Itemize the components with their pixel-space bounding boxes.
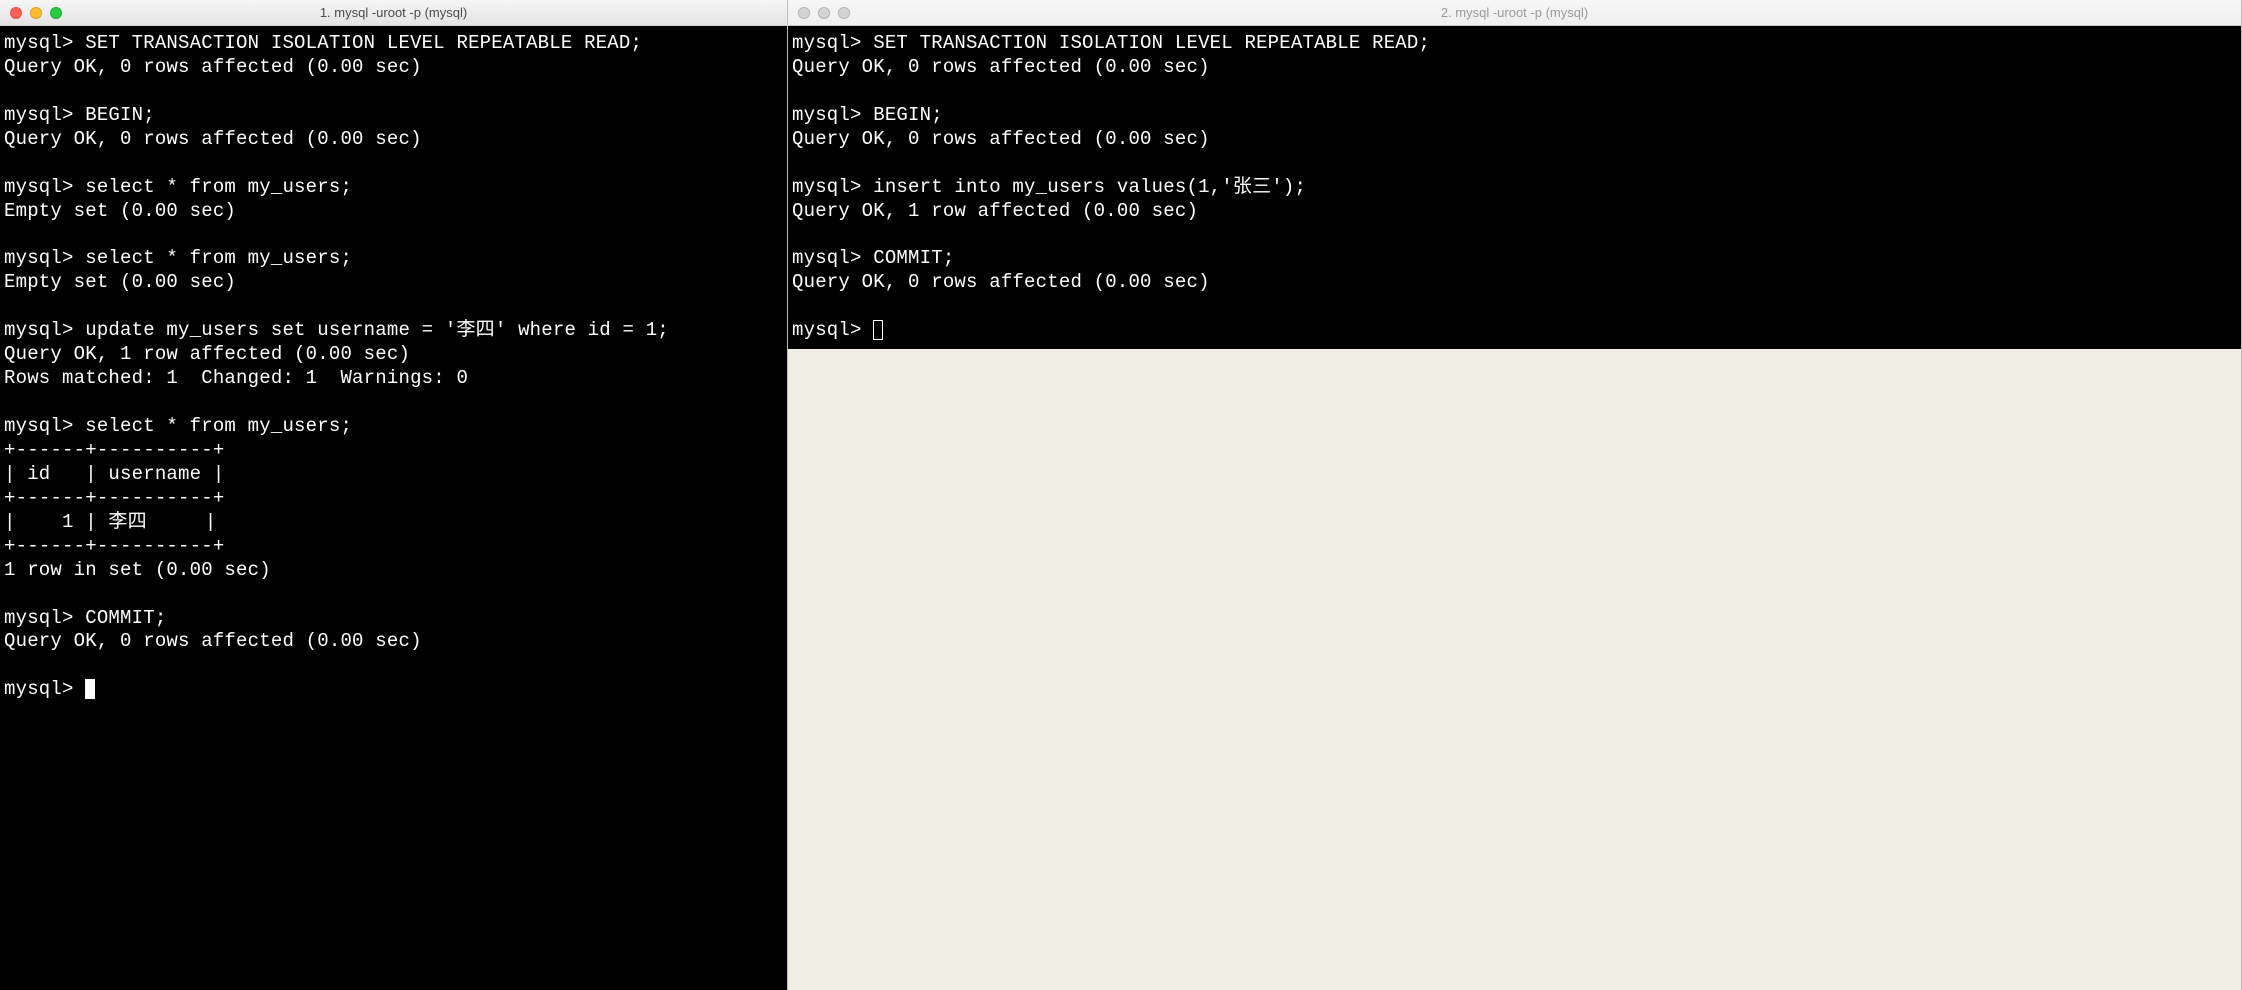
window-controls-2 <box>798 7 850 19</box>
cursor-icon <box>873 320 883 340</box>
titlebar-2[interactable]: 2. mysql -uroot -p (mysql) <box>788 0 2241 26</box>
close-icon[interactable] <box>10 7 22 19</box>
terminal-output-1[interactable]: mysql> SET TRANSACTION ISOLATION LEVEL R… <box>0 26 787 990</box>
terminal-output-2[interactable]: mysql> SET TRANSACTION ISOLATION LEVEL R… <box>788 26 2241 349</box>
window-title-1: 1. mysql -uroot -p (mysql) <box>0 5 787 20</box>
terminal-window-2: 2. mysql -uroot -p (mysql) mysql> SET TR… <box>788 0 2242 990</box>
titlebar-1[interactable]: 1. mysql -uroot -p (mysql) <box>0 0 787 26</box>
window-background <box>788 349 2241 990</box>
zoom-icon[interactable] <box>50 7 62 19</box>
window-title-2: 2. mysql -uroot -p (mysql) <box>788 5 2241 20</box>
zoom-icon[interactable] <box>838 7 850 19</box>
close-icon[interactable] <box>798 7 810 19</box>
minimize-icon[interactable] <box>818 7 830 19</box>
minimize-icon[interactable] <box>30 7 42 19</box>
terminal-window-1: 1. mysql -uroot -p (mysql) mysql> SET TR… <box>0 0 788 990</box>
window-controls-1 <box>10 7 62 19</box>
cursor-icon <box>85 679 95 699</box>
